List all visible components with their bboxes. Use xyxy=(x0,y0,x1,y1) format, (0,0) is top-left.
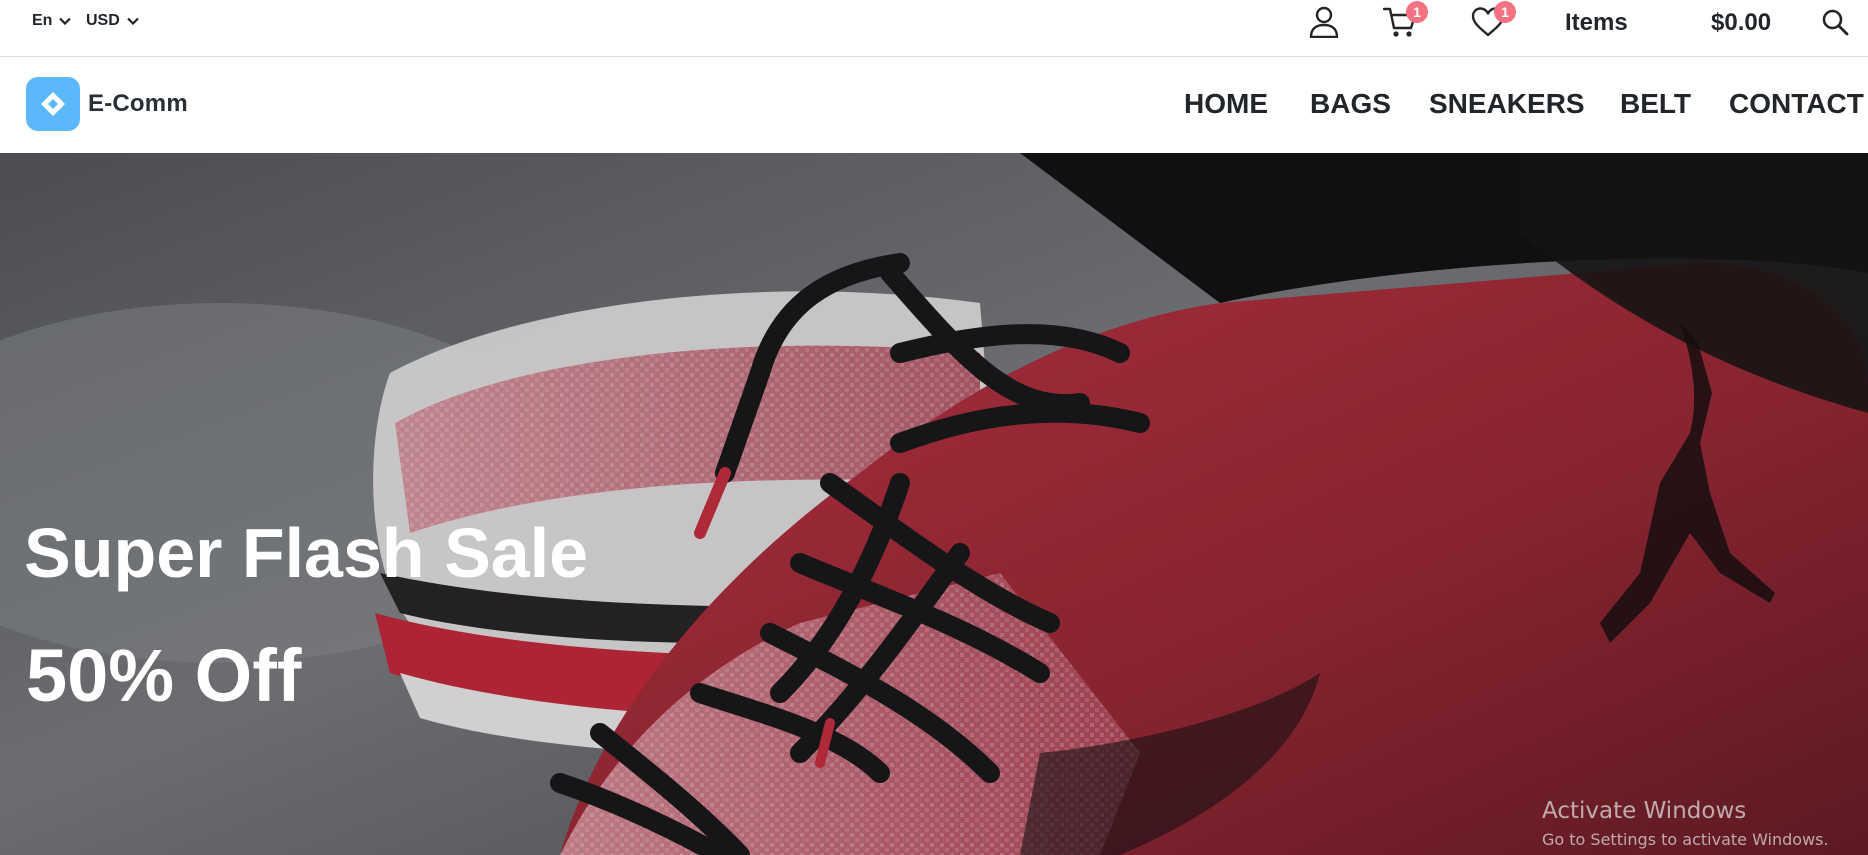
wishlist-button[interactable]: 1 xyxy=(1470,1,1516,40)
currency-selector[interactable]: USD xyxy=(86,12,139,30)
user-icon xyxy=(1309,6,1339,38)
chevron-down-icon xyxy=(127,17,139,25)
language-value: En xyxy=(32,12,53,29)
nav-contact[interactable]: CONTACT xyxy=(1729,88,1864,120)
language-selector[interactable]: En xyxy=(32,12,72,30)
account-button[interactable] xyxy=(1306,4,1342,40)
watermark-line-2: Go to Settings to activate Windows. xyxy=(1542,830,1829,849)
cart-count-badge: 1 xyxy=(1406,1,1428,23)
top-utility-bar: En USD 1 1 Items $0.00 xyxy=(0,0,1868,57)
currency-value: USD xyxy=(86,12,120,29)
diamond-logo-icon xyxy=(26,77,80,131)
nav-belt[interactable]: BELT xyxy=(1620,88,1691,120)
nav-bags[interactable]: BAGS xyxy=(1310,88,1391,120)
cart-total[interactable]: $0.00 xyxy=(1711,9,1771,37)
search-icon xyxy=(1822,9,1849,36)
search-button[interactable] xyxy=(1817,4,1853,40)
wishlist-count-badge: 1 xyxy=(1494,1,1516,23)
nav-home[interactable]: HOME xyxy=(1184,88,1268,120)
nav-sneakers[interactable]: SNEAKERS xyxy=(1429,88,1585,120)
cart-items-label[interactable]: Items xyxy=(1565,9,1628,37)
main-header: E-Comm HOME BAGS SNEAKERS BELT CONTACT xyxy=(0,58,1868,153)
logo-text: E-Comm xyxy=(88,90,188,117)
activate-windows-watermark: Activate Windows Go to Settings to activ… xyxy=(1542,798,1829,849)
cart-button[interactable]: 1 xyxy=(1382,1,1428,40)
hero-subtitle: 50% Off xyxy=(26,634,302,717)
hero-banner[interactable]: Super Flash Sale 50% Off Activate Window… xyxy=(0,153,1868,855)
hero-title: Super Flash Sale xyxy=(24,514,589,592)
chevron-down-icon xyxy=(59,17,72,25)
sneaker-hero-image xyxy=(0,153,1868,855)
site-logo[interactable]: E-Comm xyxy=(26,77,188,131)
watermark-line-1: Activate Windows xyxy=(1542,798,1747,824)
